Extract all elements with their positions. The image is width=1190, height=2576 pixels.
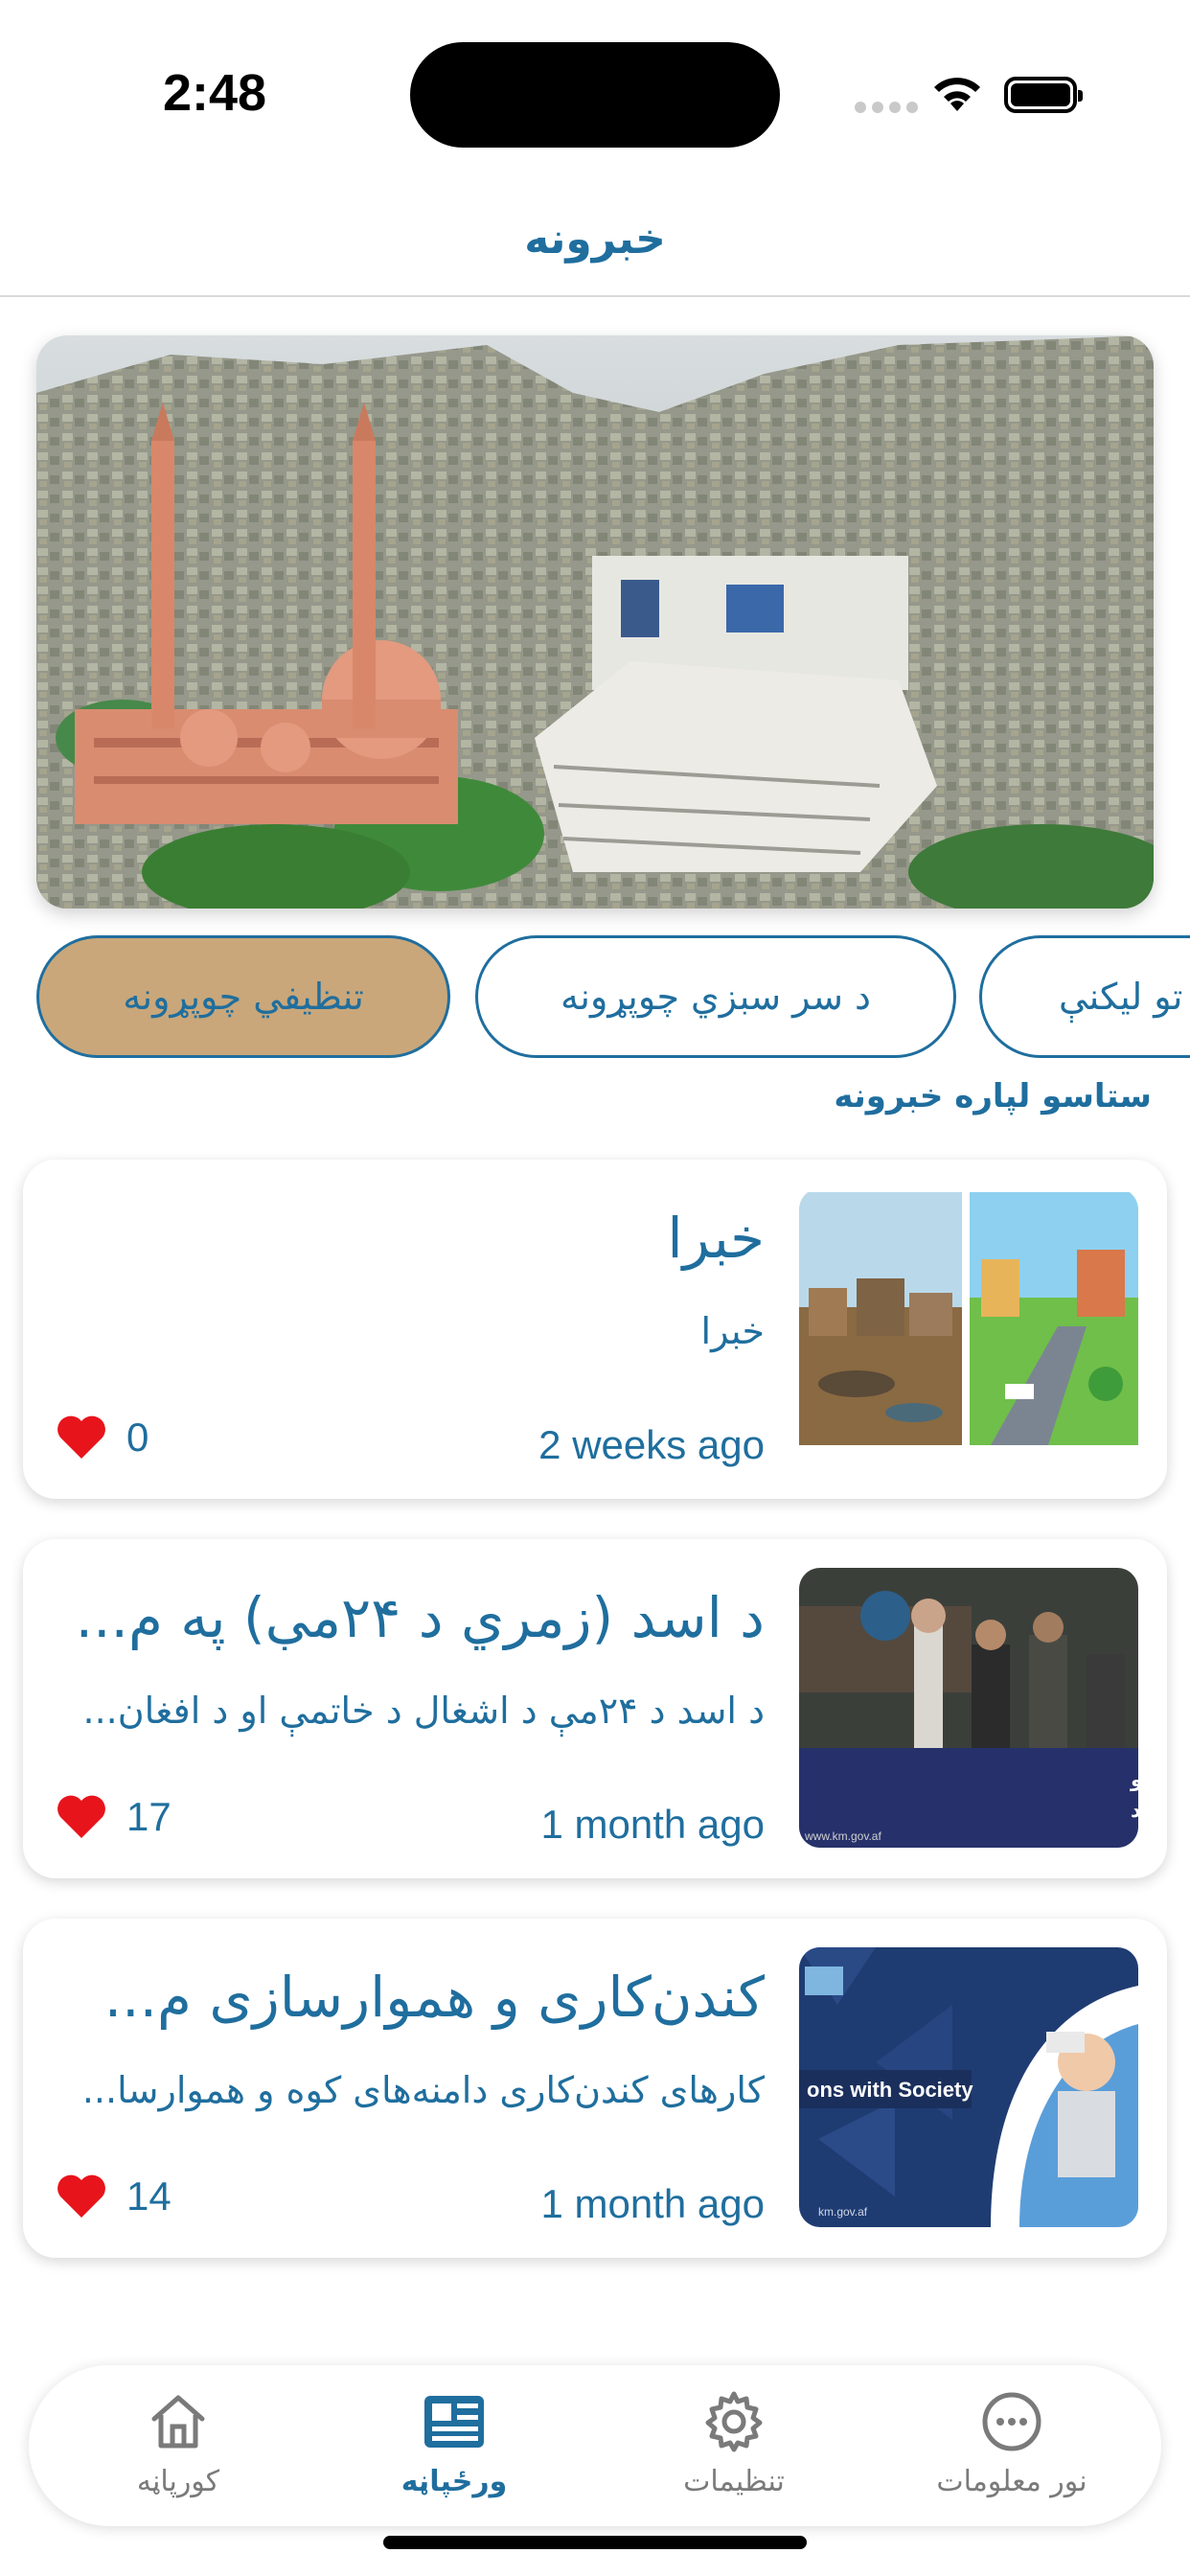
tab-label: تنظیمات xyxy=(683,2465,785,2498)
chip-greenery-services[interactable]: د سر سبزي چوپړونه xyxy=(475,935,956,1058)
chip-cleaning-services[interactable]: تنظيفي چوپړونه xyxy=(36,935,450,1058)
city-mosque-illustration xyxy=(36,335,1154,908)
heart-icon xyxy=(57,1415,105,1459)
status-time: 2:48 xyxy=(163,64,267,122)
thumbnail-url: www.km.gov.af xyxy=(804,1829,881,1843)
nav-header: خبرونه xyxy=(0,182,1190,297)
home-icon xyxy=(151,2395,205,2449)
like-button[interactable]: 0 xyxy=(56,1414,149,1460)
like-count: 14 xyxy=(126,2174,172,2219)
tab-more-info[interactable]: نور معلومات xyxy=(897,2390,1127,2498)
chip-label: تو ليکنې xyxy=(1059,976,1183,1018)
news-title: خبرا xyxy=(667,1206,765,1271)
like-button[interactable]: 17 xyxy=(56,1794,172,1840)
hero-banner-image[interactable] xyxy=(36,335,1154,908)
news-thumbnail xyxy=(799,1188,1138,1468)
section-heading: ستاسو لپاره خبرونه xyxy=(834,1077,1152,1116)
status-bar: 2:48 xyxy=(0,0,1190,182)
home-indicator xyxy=(383,2536,807,2549)
battery-icon xyxy=(1004,77,1083,113)
newspaper-icon xyxy=(424,2396,484,2448)
wifi-icon xyxy=(934,78,980,111)
like-count: 17 xyxy=(126,1794,172,1839)
news-timestamp: 2 weeks ago xyxy=(538,1422,765,1467)
news-description: خبرا xyxy=(700,1310,765,1352)
news-title: کندن‌کاری و هموارسازی م... xyxy=(103,1965,765,2030)
news-card[interactable]: ons with Society km.gov.af کندن‌کاری و ه… xyxy=(23,1919,1167,2258)
category-chips: تنظيفي چوپړونه د سر سبزي چوپړونه تو ليکن… xyxy=(0,935,1190,1062)
tab-label: نور معلومات xyxy=(936,2465,1087,2498)
news-timestamp: 1 month ago xyxy=(540,1802,765,1847)
news-card[interactable]: آگاهی‌دهی برای کاهش آلودگی هوا و حفظ‌الص… xyxy=(23,1539,1167,1878)
tab-label: کورپاڼه xyxy=(136,2465,220,2498)
gear-icon xyxy=(705,2391,763,2452)
excavation-banner-image: ons with Society km.gov.af xyxy=(799,1947,1138,2227)
news-thumbnail: آگاهی‌دهی برای کاهش آلودگی هوا و حفظ‌الص… xyxy=(799,1568,1138,1848)
heart-icon xyxy=(57,1795,105,1838)
thumbnail-caption: ons with Society xyxy=(807,2078,973,2102)
thumbnail-caption: آگاهی‌دهی برای کاهش آلودگی هوا و xyxy=(1130,1767,1138,1791)
thumbnail-caption: حفظ‌الصحه در ناحیه یازدهم برگزار شد xyxy=(1131,1798,1138,1822)
awareness-event-photo: آگاهی‌دهی برای کاهش آلودگی هوا و حفظ‌الص… xyxy=(799,1568,1138,1848)
tab-newspaper[interactable]: ورځپاڼه xyxy=(339,2390,569,2498)
news-timestamp: 1 month ago xyxy=(540,2181,765,2226)
heart-icon xyxy=(57,2174,105,2218)
like-count: 0 xyxy=(126,1414,149,1460)
dynamic-island xyxy=(410,42,780,148)
chip-label: د سر سبزي چوپړونه xyxy=(561,976,871,1018)
news-thumbnail: ons with Society km.gov.af xyxy=(799,1947,1138,2227)
bottom-tab-bar: کورپاڼه ورځپاڼه تنظیمات نور معلومات xyxy=(29,2365,1161,2526)
page-title: خبرونه xyxy=(524,214,666,264)
like-button[interactable]: 14 xyxy=(56,2174,172,2220)
tab-settings[interactable]: تنظیمات xyxy=(619,2390,849,2498)
cellular-signal-icon xyxy=(855,102,918,113)
news-description: د اسد د ۲۴مې د اشغال د خاتمې او د افغان.… xyxy=(82,1690,766,1732)
chip-label: تنظيفي چوپړونه xyxy=(123,976,364,1018)
news-description: کارهای کندن‌کاری دامنه‌های کوه و هموارسا… xyxy=(81,2069,765,2111)
news-title: د اسد (زمري د ۲۴مې) په م... xyxy=(75,1585,765,1650)
news-card[interactable]: خبرا خبرا 2 weeks ago 0 xyxy=(23,1160,1167,1499)
thumbnail-url: km.gov.af xyxy=(818,2205,868,2219)
more-icon xyxy=(982,2392,1041,2451)
tab-label: ورځپاڼه xyxy=(400,2465,508,2498)
tab-home[interactable]: کورپاڼه xyxy=(63,2390,293,2498)
before-after-illustration xyxy=(799,1192,1138,1445)
chip-partial[interactable]: تو ليکنې xyxy=(979,935,1190,1058)
